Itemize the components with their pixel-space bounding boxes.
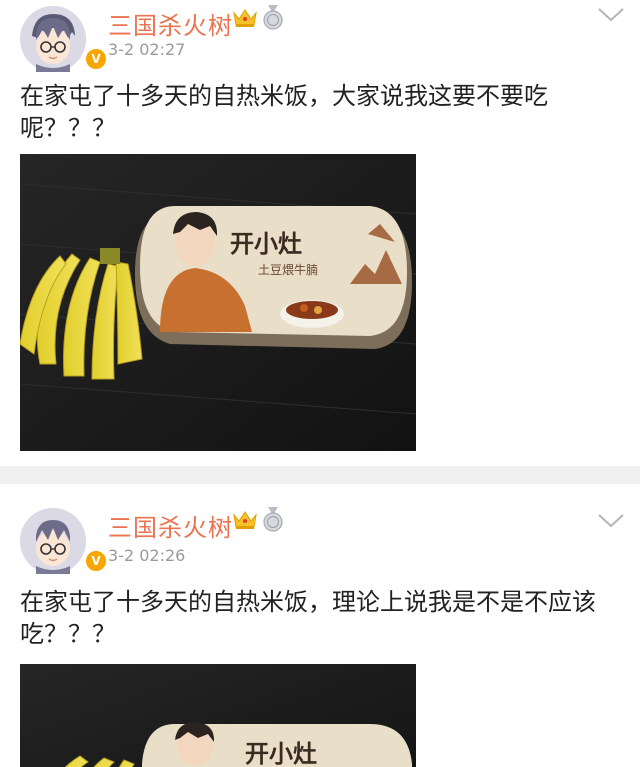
crown-icon[interactable] [232, 7, 258, 29]
post-timestamp: 3-2 02:27 [108, 40, 186, 59]
medal-icon[interactable] [262, 5, 284, 31]
post-timestamp: 3-2 02:26 [108, 546, 186, 565]
weibo-post: V 三国杀火树 3-2 02:27 在家屯了十多天的自热米饭，大家说我这要不要吃… [0, 0, 640, 466]
post-image[interactable]: 开小灶 [20, 664, 416, 767]
username[interactable]: 三国杀火树 [108, 6, 233, 41]
avatar[interactable]: V [20, 508, 108, 574]
avatar[interactable]: V [20, 6, 108, 72]
medal-icon[interactable] [262, 507, 284, 533]
post-content: 在家屯了十多天的自热米饭，理论上说我是不是不应该吃？？？ [20, 588, 596, 648]
package-brand-text: 开小灶 [230, 229, 302, 258]
post-image[interactable]: 开小灶 土豆煨牛腩 [20, 154, 416, 451]
post-divider [0, 466, 640, 484]
package-brand-text: 开小灶 [245, 739, 317, 767]
package-flavor-text: 土豆煨牛腩 [258, 262, 318, 277]
chevron-down-icon[interactable] [597, 512, 625, 530]
verified-badge: V [84, 549, 108, 573]
chevron-down-icon[interactable] [597, 6, 625, 24]
post-content: 在家屯了十多天的自热米饭，大家说我这要不要吃呢？？？ [20, 82, 548, 142]
crown-icon[interactable] [232, 509, 258, 531]
username[interactable]: 三国杀火树 [108, 508, 233, 543]
weibo-post: V 三国杀火树 3-2 02:26 在家屯了十多天的自热米饭，理论上说我是不是不… [0, 484, 640, 767]
verified-badge: V [84, 47, 108, 71]
